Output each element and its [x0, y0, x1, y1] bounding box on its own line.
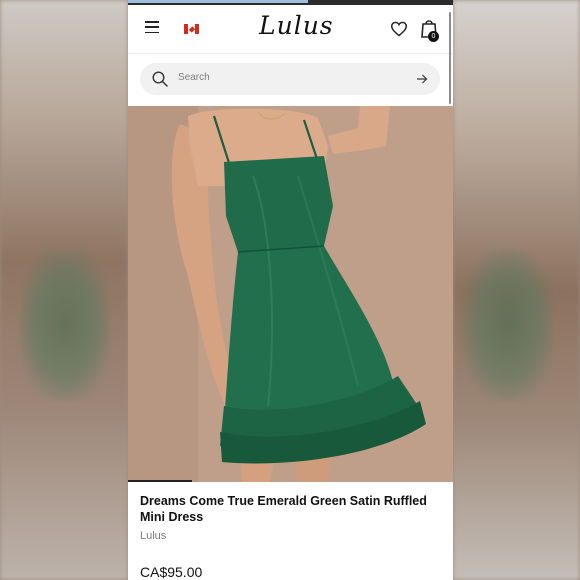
- arrow-right-icon[interactable]: [416, 73, 428, 85]
- product-brand[interactable]: Lulus: [140, 530, 166, 542]
- carousel-indicator: [128, 480, 453, 483]
- page-load-progress: [128, 0, 308, 3]
- product-photo[interactable]: [128, 106, 453, 482]
- search-bar[interactable]: Search: [140, 63, 440, 95]
- site-header: Lulus 0: [128, 5, 453, 54]
- heart-icon[interactable]: [390, 21, 408, 37]
- canada-flag-icon[interactable]: [184, 24, 199, 34]
- search-input[interactable]: Search: [178, 72, 210, 83]
- bag-count-badge: 0: [428, 31, 439, 42]
- product-title[interactable]: Dreams Come True Emerald Green Satin Ruf…: [140, 493, 440, 525]
- hamburger-menu-icon[interactable]: [145, 21, 159, 33]
- product-price: CA$95.00: [140, 564, 203, 580]
- mobile-page: Lulus 0 Search Dreams Come True Emerald …: [128, 0, 453, 580]
- search-icon[interactable]: [152, 71, 168, 87]
- blurred-backdrop-left: [0, 0, 128, 580]
- scrollbar[interactable]: [449, 12, 451, 104]
- blurred-backdrop-right: [453, 0, 580, 580]
- site-logo[interactable]: Lulus: [259, 11, 334, 47]
